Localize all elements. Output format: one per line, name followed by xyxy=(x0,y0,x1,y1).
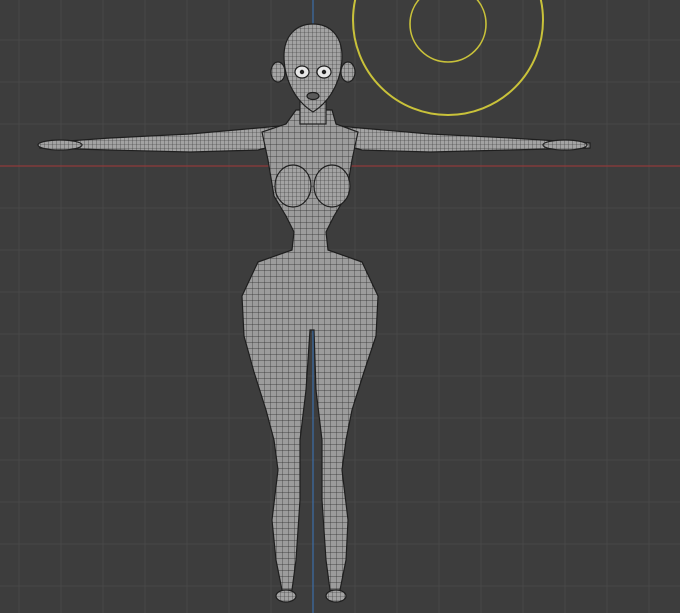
left-foot[interactable] xyxy=(275,589,297,603)
right-foot[interactable] xyxy=(325,589,347,603)
left-breast[interactable] xyxy=(274,164,312,208)
viewport-canvas[interactable] xyxy=(0,0,680,613)
left-hand[interactable] xyxy=(37,139,83,151)
3d-viewport[interactable] xyxy=(0,0,680,613)
left-pupil xyxy=(299,69,305,75)
right-pupil xyxy=(321,69,327,75)
right-breast[interactable] xyxy=(313,164,351,208)
left-ear[interactable] xyxy=(270,61,286,83)
right-ear[interactable] xyxy=(340,61,356,83)
mouth xyxy=(306,91,320,101)
right-hand[interactable] xyxy=(542,139,588,151)
